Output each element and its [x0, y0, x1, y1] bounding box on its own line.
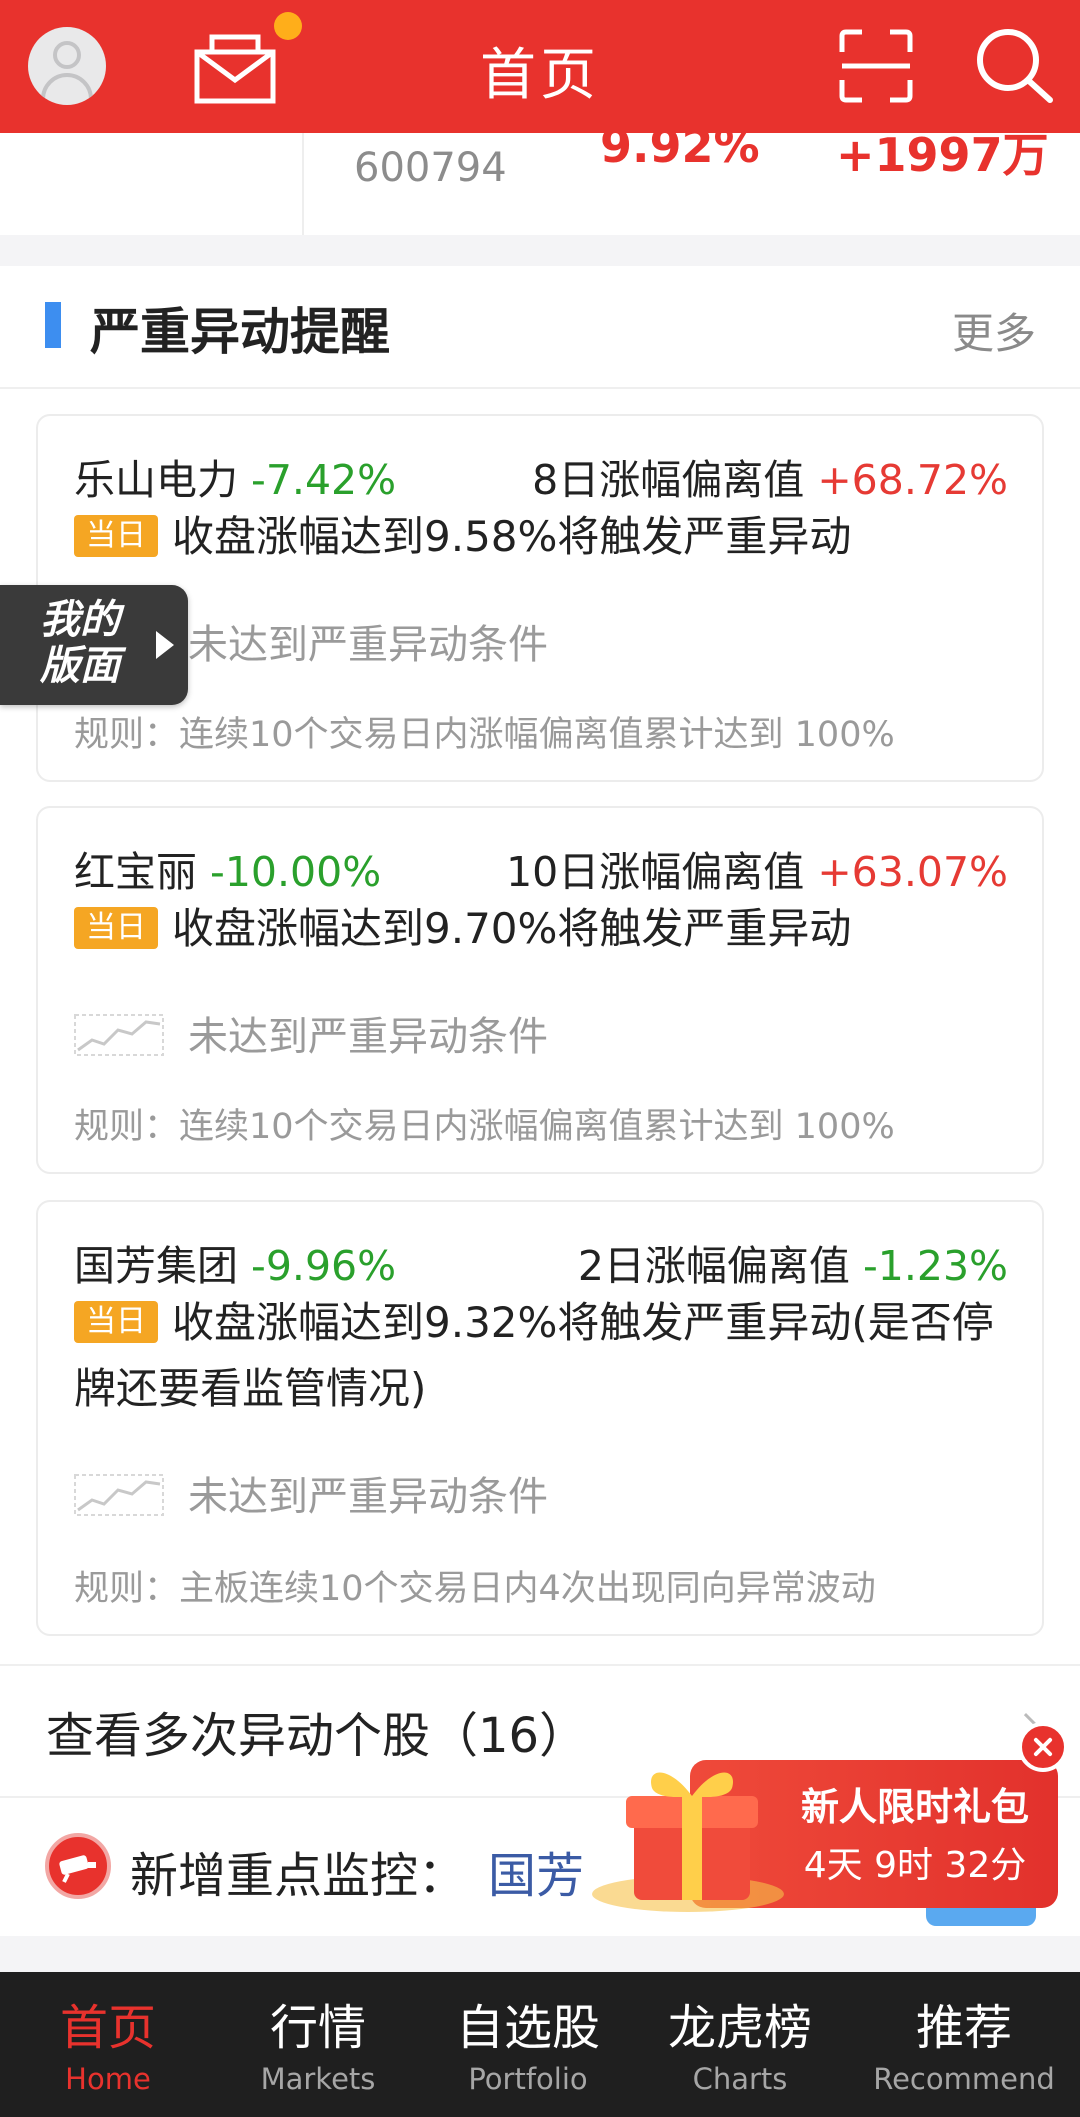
deviation-value: -1.23%	[862, 1242, 1008, 1290]
tab-label: 行情	[269, 2000, 366, 2056]
section-title: 严重异动提醒	[90, 303, 390, 361]
tab-home[interactable]: 首页 Home	[0, 1972, 216, 2117]
deviation-label: 8日涨幅偏离值	[532, 456, 805, 504]
status-line: 未达到严重异动条件	[74, 1004, 1012, 1060]
status-line: 未达到严重异动条件	[74, 1464, 1012, 1520]
my-layout-label: 我的版面	[40, 597, 120, 689]
rule-text: 规则：主板连续10个交易日内4次出现同向异常波动	[74, 1569, 876, 1609]
divider	[0, 387, 1080, 389]
mail-icon[interactable]	[194, 34, 276, 104]
tab-label: 龙虎榜	[667, 2000, 812, 2056]
card-header: 国芳集团 -9.96% 2日涨幅偏离值 -1.23%	[74, 1232, 1008, 1290]
tab-sublabel: Portfolio	[468, 2062, 588, 2096]
view-multi-anomaly-label: 查看多次异动个股（16）	[46, 1708, 588, 1764]
trigger-line: 当日 收盘涨幅达到9.32%将触发严重异动(是否停牌还要看监管情况)	[74, 1290, 1012, 1422]
stock-name: 乐山电力	[74, 456, 238, 504]
status-text: 未达到严重异动条件	[188, 1474, 548, 1520]
trigger-line: 当日 收盘涨幅达到9.58%将触发严重异动	[74, 504, 1012, 570]
alert-card[interactable]: 红宝丽 -10.00% 10日涨幅偏离值 +63.07% 当日 收盘涨幅达到9.7…	[36, 806, 1044, 1174]
card-header: 红宝丽 -10.00% 10日涨幅偏离值 +63.07%	[74, 838, 1008, 896]
day-badge: 当日	[74, 515, 158, 557]
prev-stock-row[interactable]: 600794 9.92% +1997万	[0, 119, 1080, 235]
bottom-tab-bar: 首页 Home 行情 Markets 自选股 Portfolio 龙虎榜 Cha…	[0, 1972, 1080, 2117]
tab-markets[interactable]: 行情 Markets	[210, 1972, 426, 2117]
deviation-value: +63.07%	[817, 848, 1008, 896]
divider	[302, 133, 304, 235]
status-text: 未达到严重异动条件	[188, 622, 548, 668]
tab-charts[interactable]: 龙虎榜 Charts	[632, 1972, 848, 2117]
trend-chart-icon	[74, 1474, 164, 1516]
monitor-label: 新增重点监控：	[130, 1848, 467, 1904]
gift-box-icon	[592, 1772, 784, 1912]
stock-pct: -7.42%	[251, 456, 397, 504]
my-layout-tab[interactable]: 我的版面	[0, 585, 188, 705]
tab-label: 首页	[59, 2000, 156, 2056]
notification-dot	[274, 12, 302, 40]
trend-chart-icon	[74, 1014, 164, 1056]
stock-code: 600794	[354, 145, 507, 191]
tab-recommend[interactable]: 推荐 Recommend	[856, 1972, 1072, 2117]
tab-portfolio[interactable]: 自选股 Portfolio	[420, 1972, 636, 2117]
tab-sublabel: Charts	[692, 2062, 788, 2096]
tab-label: 推荐	[915, 2000, 1012, 2056]
card-header: 乐山电力 -7.42% 8日涨幅偏离值 +68.72%	[74, 446, 1008, 504]
avatar-body	[41, 73, 93, 105]
top-header: 首页	[0, 0, 1080, 133]
stock-name: 国芳集团	[74, 1242, 238, 1290]
day-badge: 当日	[74, 907, 158, 949]
section-accent-bar	[45, 302, 61, 348]
stock-pct: -9.96%	[251, 1242, 397, 1290]
gift-popup[interactable]: 新人限时礼包 4天 9时 32分	[560, 1722, 1072, 1912]
status-text: 未达到严重异动条件	[188, 1014, 548, 1060]
avatar-head	[53, 41, 81, 69]
rule-text: 规则：连续10个交易日内涨幅偏离值累计达到 100%	[74, 715, 895, 755]
deviation: 10日涨幅偏离值 +63.07%	[506, 838, 1008, 898]
deviation-label: 10日涨幅偏离值	[506, 848, 805, 896]
tab-sublabel: Home	[65, 2062, 151, 2096]
deviation-label: 2日涨幅偏离值	[577, 1242, 850, 1290]
more-link[interactable]: 更多	[952, 300, 1036, 361]
trigger-text: 收盘涨幅达到9.70%将触发严重异动	[172, 904, 852, 953]
alert-card[interactable]: 国芳集团 -9.96% 2日涨幅偏离值 -1.23% 当日 收盘涨幅达到9.32%…	[36, 1200, 1044, 1636]
day-badge: 当日	[74, 1301, 158, 1343]
gift-title: 新人限时礼包	[800, 1785, 1029, 1829]
deviation: 8日涨幅偏离值 +68.72%	[532, 446, 1008, 506]
close-icon[interactable]	[1018, 1722, 1068, 1772]
gift-countdown: 4天 9时 32分	[803, 1845, 1027, 1886]
chevron-right-icon	[156, 631, 174, 659]
surveillance-camera-icon	[45, 1833, 111, 1899]
rule-text: 规则：连续10个交易日内涨幅偏离值累计达到 100%	[74, 1107, 895, 1147]
stock-pct: -10.00%	[210, 848, 382, 896]
tab-label: 自选股	[455, 2000, 600, 2056]
trigger-text: 收盘涨幅达到9.58%将触发严重异动	[172, 512, 852, 561]
avatar[interactable]	[28, 27, 106, 105]
search-icon[interactable]	[974, 26, 1054, 106]
trigger-line: 当日 收盘涨幅达到9.70%将触发严重异动	[74, 896, 1012, 962]
page-title: 首页	[480, 43, 600, 108]
status-line: 未达到严重异动条件	[74, 612, 1012, 668]
deviation: 2日涨幅偏离值 -1.23%	[578, 1232, 1008, 1292]
tab-sublabel: Markets	[260, 2062, 376, 2096]
tab-sublabel: Recommend	[873, 2062, 1055, 2096]
scan-icon[interactable]	[838, 28, 914, 104]
deviation-value: +68.72%	[817, 456, 1008, 504]
stock-name: 红宝丽	[74, 848, 197, 896]
trigger-text: 收盘涨幅达到9.32%将触发严重异动(是否停牌还要看监管情况)	[74, 1298, 994, 1413]
